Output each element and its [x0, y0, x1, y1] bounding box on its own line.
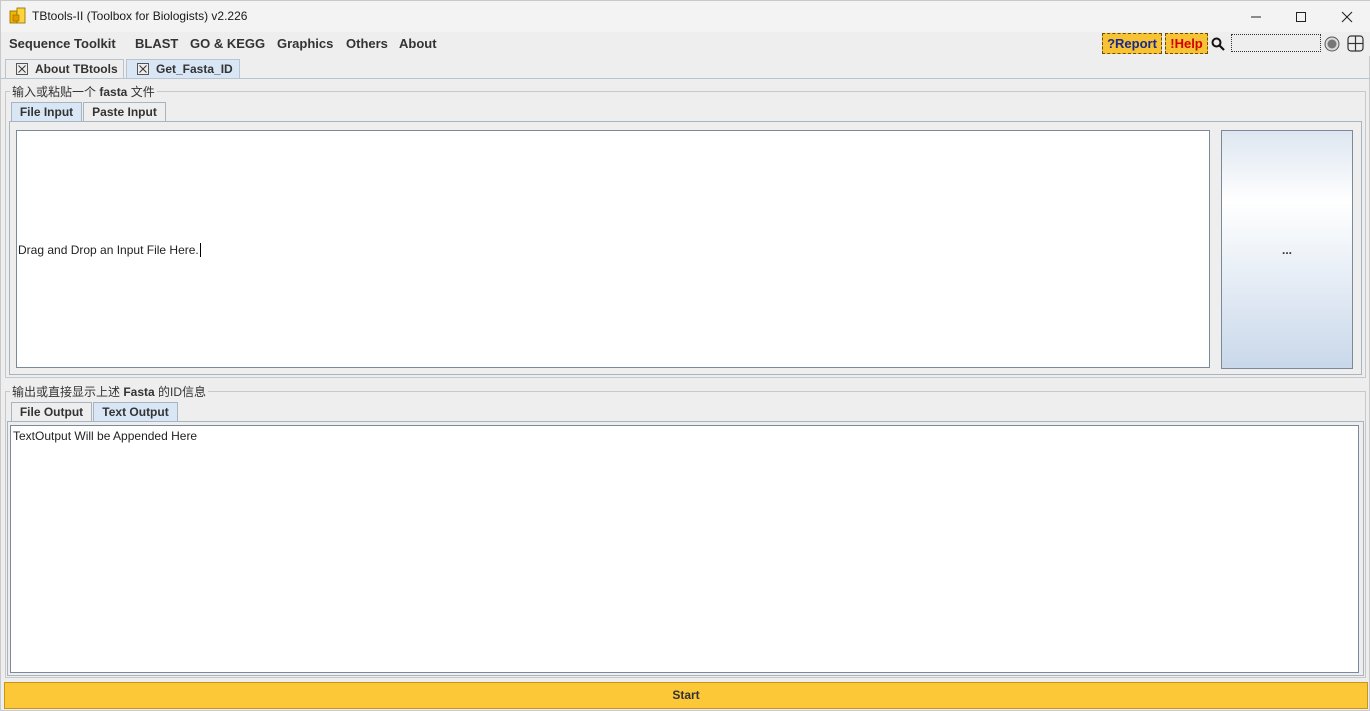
tab-file-input[interactable]: File Input: [11, 102, 82, 122]
window-title: TBtools-II (Toolbox for Biologists) v2.2…: [32, 9, 248, 23]
tab-text-output[interactable]: Text Output: [93, 402, 178, 422]
close-tab-icon[interactable]: [16, 63, 28, 75]
help-button[interactable]: !Help: [1165, 33, 1208, 54]
menu-blast[interactable]: BLAST: [135, 36, 178, 51]
close-tab-icon[interactable]: [137, 63, 149, 75]
drop-hint: Drag and Drop an Input File Here.: [18, 243, 201, 257]
text-caret: [199, 243, 201, 257]
tab-label: Get_Fasta_ID: [156, 62, 233, 76]
title-bar: TBtools-II (Toolbox for Biologists) v2.2…: [1, 1, 1370, 32]
text-output-content: TextOutput Will be Appended Here: [13, 429, 198, 443]
tab-file-output[interactable]: File Output: [11, 402, 92, 422]
menu-go-kegg[interactable]: GO & KEGG: [190, 36, 265, 51]
menu-graphics[interactable]: Graphics: [277, 36, 333, 51]
output-group-title: 输出或直接显示上述 Fasta 的ID信息: [10, 383, 209, 400]
tab-about-tbtools[interactable]: About TBtools: [5, 59, 124, 79]
record-icon[interactable]: [1324, 36, 1340, 52]
search-input[interactable]: [1231, 34, 1321, 52]
minimize-icon: [1251, 16, 1261, 17]
report-button[interactable]: ?Report: [1102, 33, 1162, 54]
search-icon: [1211, 37, 1225, 51]
tab-divider: [1, 78, 1370, 79]
tab-paste-input[interactable]: Paste Input: [83, 102, 166, 122]
menu-sequence-toolkit[interactable]: Sequence Toolkit: [9, 36, 116, 51]
text-output-area[interactable]: TextOutput Will be Appended Here: [10, 425, 1359, 673]
input-group-title: 输入或粘贴一个 fasta 文件: [10, 83, 157, 100]
minimize-button[interactable]: [1233, 1, 1279, 32]
menu-others[interactable]: Others: [346, 36, 388, 51]
menu-about[interactable]: About: [399, 36, 437, 51]
tab-get-fasta-id[interactable]: Get_Fasta_ID: [126, 59, 240, 79]
close-window-button[interactable]: [1324, 1, 1370, 32]
app-window: TBtools-II (Toolbox for Biologists) v2.2…: [0, 0, 1370, 711]
tab-label: About TBtools: [35, 62, 118, 76]
layout-grid-icon[interactable]: [1347, 35, 1364, 52]
close-icon: [1341, 11, 1353, 22]
file-drop-area[interactable]: Drag and Drop an Input File Here.: [16, 130, 1210, 368]
start-button[interactable]: Start: [4, 682, 1368, 709]
maximize-icon: [1296, 11, 1306, 22]
maximize-button[interactable]: [1278, 1, 1324, 32]
browse-file-button[interactable]: ...: [1221, 130, 1353, 369]
app-logo-icon: [9, 7, 26, 24]
